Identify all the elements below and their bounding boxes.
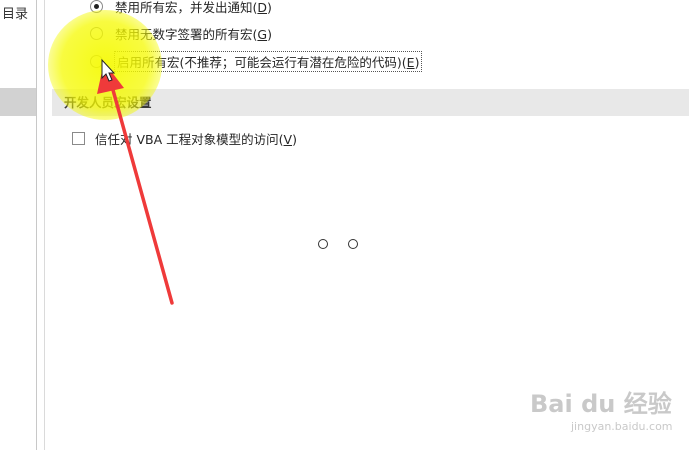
trust-center-macro-settings: 目录 禁用所有宏，并发出通知(D) 禁用无数字签署的所有宏(G) 启用所有宏(不… — [0, 0, 689, 450]
watermark-logo: Bai du 经验 — [530, 390, 672, 418]
annotation-overlay — [97, 58, 174, 305]
watermark-url: jingyan.baidu.com — [571, 420, 673, 433]
red-arrow-icon — [97, 62, 174, 305]
